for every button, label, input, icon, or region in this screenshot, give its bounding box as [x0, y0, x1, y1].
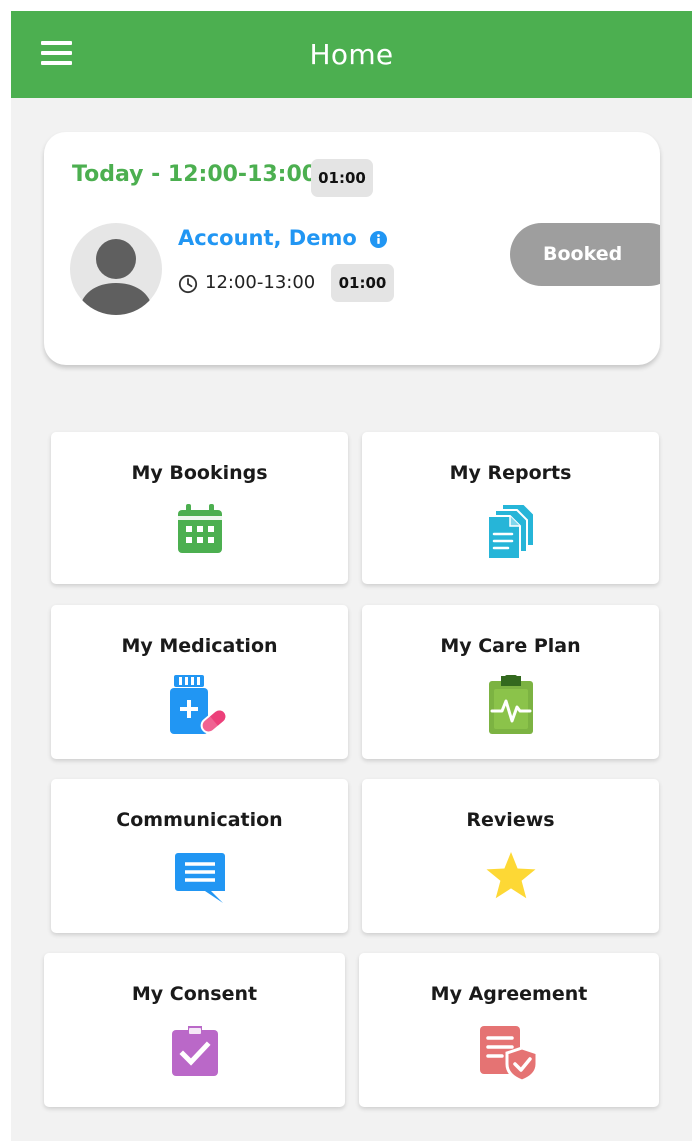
my-care-plan-tile[interactable]: My Care Plan: [362, 605, 659, 759]
avatar: [70, 223, 162, 315]
tile-label: My Consent: [131, 983, 258, 1005]
clipboard-check-icon: [171, 1026, 218, 1076]
tile-label: My Medication: [121, 635, 278, 657]
calendar-icon: [177, 504, 222, 553]
tile-label: Reviews: [466, 809, 555, 831]
client-name[interactable]: Account, Demo: [178, 226, 357, 250]
chat-icon: [174, 853, 225, 903]
tile-label: My Care Plan: [440, 635, 581, 657]
my-agreement-tile[interactable]: My Agreement: [359, 953, 659, 1107]
my-medication-tile[interactable]: My Medication: [51, 605, 348, 759]
my-reports-tile[interactable]: My Reports: [362, 432, 659, 584]
status-badge: Booked: [510, 223, 660, 286]
tile-label: Communication: [116, 809, 283, 831]
clock-icon: [178, 274, 198, 294]
appointment-time: 12:00-13:00: [205, 272, 316, 293]
appointment-card[interactable]: Today - 12:00-13:00 01:00 Account, Demo …: [44, 132, 660, 365]
home-screen: Home Today - 12:00-13:00 01:00 Account, …: [11, 11, 692, 1141]
page-title: Home: [309, 38, 394, 71]
reviews-tile[interactable]: Reviews: [362, 779, 659, 933]
star-icon: [486, 852, 535, 899]
duration-badge: 01:00: [311, 159, 373, 197]
medication-icon: [169, 675, 227, 734]
duration-badge: 01:00: [331, 264, 394, 302]
tile-label: My Reports: [449, 462, 572, 484]
tile-label: My Agreement: [430, 983, 588, 1005]
communication-tile[interactable]: Communication: [51, 779, 348, 933]
appointment-date: Today - 12:00-13:00: [72, 162, 318, 187]
my-bookings-tile[interactable]: My Bookings: [51, 432, 348, 584]
documents-icon: [486, 504, 535, 560]
tile-label: My Bookings: [131, 462, 268, 484]
clipboard-pulse-icon: [488, 675, 533, 734]
info-icon[interactable]: [370, 231, 387, 248]
person-icon: [78, 239, 154, 315]
app-bar: Home: [11, 11, 692, 98]
my-consent-tile[interactable]: My Consent: [44, 953, 345, 1107]
agreement-shield-icon: [480, 1026, 539, 1082]
